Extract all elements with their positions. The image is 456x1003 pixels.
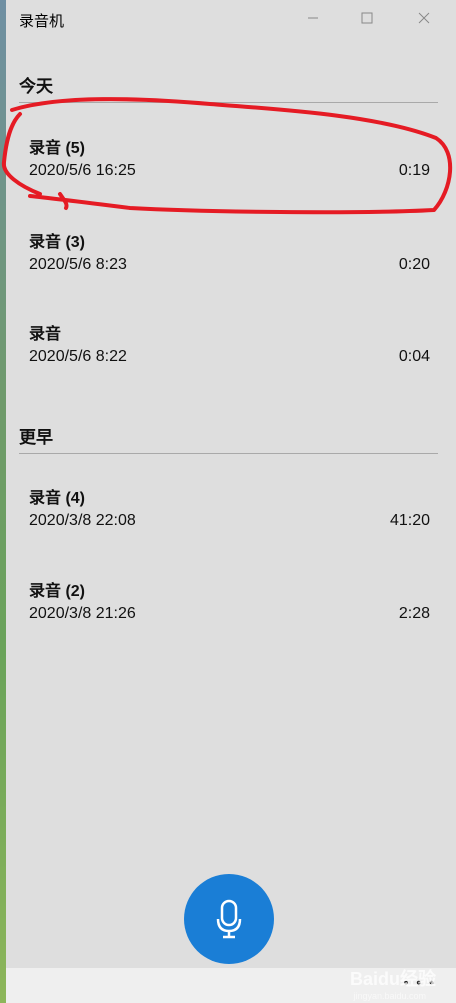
title-bar: 录音机 <box>6 0 456 36</box>
more-options-button[interactable]: • • • <box>404 974 436 990</box>
microphone-icon <box>216 899 242 939</box>
section-divider <box>19 102 438 103</box>
recording-date: 2020/5/6 8:23 <box>29 256 127 273</box>
recording-date: 2020/5/6 8:22 <box>29 348 127 365</box>
recording-item[interactable]: 录音 2020/5/6 8:22 0:04 <box>6 310 456 390</box>
recording-duration: 0:20 <box>398 256 430 273</box>
recording-duration: 0:19 <box>398 162 430 179</box>
app-title: 录音机 <box>19 13 65 30</box>
recording-date: 2020/5/6 16:25 <box>29 162 136 179</box>
recording-date: 2020/3/8 22:08 <box>29 512 136 529</box>
section-header-today: 今天 <box>19 77 53 96</box>
section-divider <box>19 453 438 454</box>
voice-recorder-window: 录音机 今天 录音 (5) 2020/5/6 16:25 0:19 录音 (3)… <box>6 0 456 968</box>
recording-name: 录音 (4) <box>29 490 86 507</box>
minimize-icon <box>308 17 318 19</box>
command-bar: • • • <box>6 968 456 1003</box>
recording-item[interactable]: 录音 (3) 2020/5/6 8:23 0:20 <box>6 218 456 298</box>
recording-duration: 41:20 <box>389 512 430 529</box>
close-button[interactable] <box>401 0 447 36</box>
recording-item[interactable]: 录音 (4) 2020/3/8 22:08 41:20 <box>6 474 456 554</box>
record-button[interactable] <box>184 874 274 964</box>
recording-date: 2020/3/8 21:26 <box>29 605 136 622</box>
recording-name: 录音 (5) <box>29 140 86 157</box>
maximize-button[interactable] <box>344 0 390 36</box>
recording-name: 录音 <box>29 326 62 343</box>
minimize-button[interactable] <box>290 0 336 36</box>
recording-item[interactable]: 录音 (5) 2020/5/6 16:25 0:19 <box>6 124 456 204</box>
close-icon <box>418 12 430 24</box>
recording-duration: 0:04 <box>398 348 430 365</box>
recording-duration: 2:28 <box>398 605 430 622</box>
recording-item[interactable]: 录音 (2) 2020/3/8 21:26 2:28 <box>6 567 456 647</box>
recording-name: 录音 (3) <box>29 234 86 251</box>
section-header-earlier: 更早 <box>19 428 53 447</box>
recording-name: 录音 (2) <box>29 583 86 600</box>
maximize-icon <box>361 12 373 24</box>
